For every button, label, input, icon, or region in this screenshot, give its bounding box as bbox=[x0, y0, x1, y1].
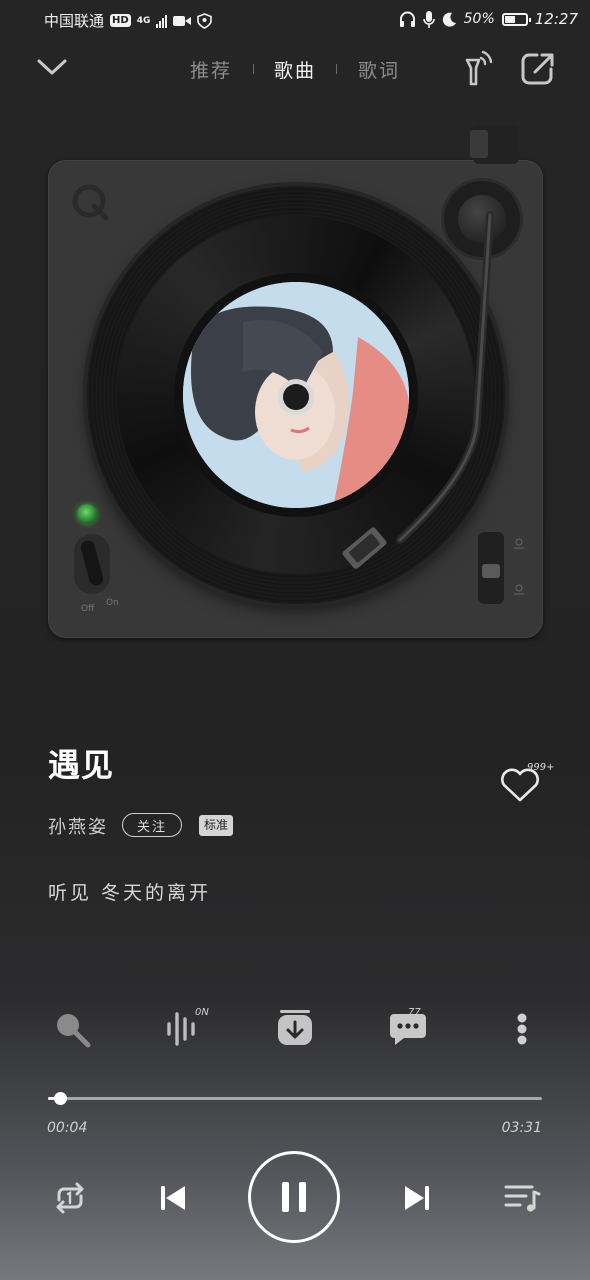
pause-icon bbox=[282, 1182, 306, 1212]
headphones-icon bbox=[399, 11, 415, 27]
battery-percent: 50% bbox=[463, 11, 495, 27]
playlist-icon bbox=[504, 1185, 541, 1212]
follow-button[interactable]: 关注 bbox=[122, 813, 182, 837]
elapsed-time: 00:04 bbox=[47, 1120, 88, 1136]
tab-recommend[interactable]: 推荐 bbox=[190, 56, 232, 83]
tab-lyrics[interactable]: 歌词 bbox=[358, 56, 400, 83]
app-logo-icon bbox=[72, 184, 109, 221]
microphone-icon bbox=[57, 1014, 91, 1048]
sound-effect-badge: 0N bbox=[195, 1007, 209, 1018]
repeat-icon bbox=[56, 1182, 84, 1214]
spindle bbox=[283, 384, 309, 410]
tab-bar: 推荐 歌曲 歌词 bbox=[190, 54, 400, 84]
play-pause-button[interactable] bbox=[248, 1151, 340, 1243]
hd-badge: HD bbox=[110, 14, 131, 27]
playlist-button[interactable] bbox=[500, 1176, 544, 1220]
switch-on-label: On bbox=[106, 598, 119, 608]
shield-icon bbox=[197, 12, 213, 29]
battery-icon bbox=[501, 12, 531, 26]
previous-track-button[interactable] bbox=[150, 1176, 194, 1220]
like-count: 999+ bbox=[527, 762, 555, 773]
quality-badge[interactable]: 标准 bbox=[199, 815, 234, 836]
artist-name[interactable]: 孙燕姿 bbox=[48, 813, 108, 839]
carrier-name: 中国联通 bbox=[44, 12, 105, 30]
download-icon bbox=[278, 1010, 312, 1045]
tab-divider bbox=[336, 64, 338, 74]
tonearm bbox=[342, 130, 494, 569]
download-button[interactable] bbox=[273, 1006, 317, 1050]
speed-markers bbox=[514, 538, 524, 595]
total-duration: 03:31 bbox=[501, 1120, 542, 1136]
microphone-icon bbox=[422, 10, 435, 28]
progress-thumb[interactable] bbox=[54, 1092, 67, 1105]
repeat-mode-button[interactable] bbox=[48, 1176, 92, 1220]
skip-previous-icon bbox=[161, 1186, 185, 1210]
power-switch[interactable] bbox=[74, 534, 110, 594]
collapse-chevron-icon[interactable] bbox=[36, 56, 68, 78]
share-icon[interactable] bbox=[520, 51, 556, 87]
tab-divider bbox=[252, 64, 254, 74]
karaoke-button[interactable] bbox=[50, 1006, 94, 1050]
power-led bbox=[77, 504, 97, 524]
signal-icon bbox=[156, 14, 168, 28]
switch-off-label: Off bbox=[81, 604, 95, 614]
clock: 12:27 bbox=[534, 10, 578, 28]
video-icon bbox=[173, 15, 192, 26]
more-options-button[interactable] bbox=[498, 1006, 542, 1050]
cast-device-icon[interactable] bbox=[460, 48, 496, 88]
song-title: 遇见 bbox=[48, 746, 115, 784]
skip-next-icon bbox=[405, 1186, 429, 1210]
moon-icon bbox=[442, 12, 456, 27]
tab-song[interactable]: 歌曲 bbox=[274, 56, 316, 83]
comment-count: 77 bbox=[408, 1007, 421, 1018]
next-track-button[interactable] bbox=[396, 1176, 440, 1220]
speed-slider[interactable] bbox=[478, 532, 504, 604]
network-type: 4G bbox=[136, 15, 151, 26]
current-lyric[interactable]: 听见 冬天的离开 bbox=[48, 878, 211, 905]
progress-track[interactable] bbox=[48, 1097, 542, 1100]
more-vertical-icon bbox=[517, 1013, 527, 1045]
status-bar: 中国联通 HD 4G 50% 12:27 bbox=[0, 0, 590, 40]
